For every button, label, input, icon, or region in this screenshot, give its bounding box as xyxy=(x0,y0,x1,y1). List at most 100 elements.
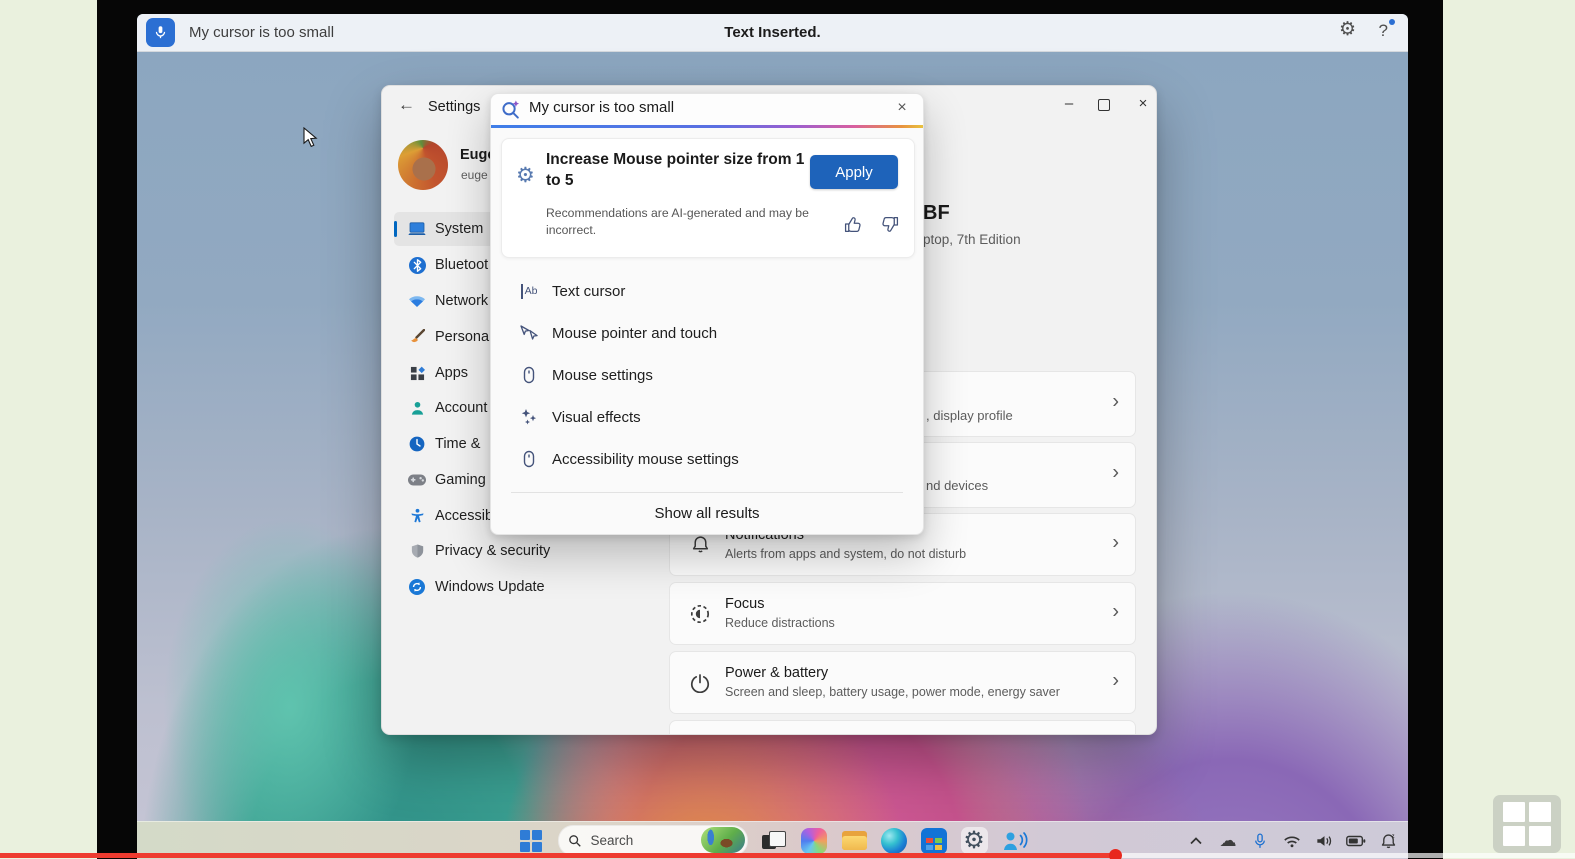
microphone-button[interactable] xyxy=(146,18,175,47)
settings-gear-icon: ⚙ xyxy=(963,826,985,854)
taskbar-search-box[interactable]: Search xyxy=(557,825,748,856)
voice-status: Text Inserted. xyxy=(724,24,821,41)
thumbs-down-icon[interactable] xyxy=(880,215,900,235)
search-result-mouse-pointer-touch[interactable]: Mouse pointer and touch xyxy=(491,312,923,354)
chevron-right-icon: › xyxy=(1112,531,1119,554)
store-button[interactable] xyxy=(921,827,948,854)
card-subtitle: Alerts from apps and system, do not dist… xyxy=(725,547,967,561)
card-title: Focus xyxy=(725,596,765,612)
notification-dot xyxy=(1389,19,1395,25)
maximize-button[interactable] xyxy=(1098,99,1110,111)
onedrive-cloud-icon[interactable]: ☁ xyxy=(1218,831,1238,851)
search-result-visual-effects[interactable]: Visual effects xyxy=(491,396,923,438)
video-progress-track[interactable] xyxy=(0,849,1575,859)
minimize-button[interactable]: – xyxy=(1054,92,1084,116)
card-subtitle: Reduce distractions xyxy=(725,616,835,630)
video-progress-played xyxy=(0,853,1115,858)
tray-chevron-up-icon[interactable] xyxy=(1186,831,1206,851)
search-input[interactable] xyxy=(527,98,881,117)
show-all-results-button[interactable]: Show all results xyxy=(491,498,923,528)
gamepad-icon xyxy=(408,474,426,486)
person-icon xyxy=(408,401,426,416)
task-view-icon xyxy=(762,830,786,852)
windows-grid-watermark xyxy=(1493,795,1561,853)
voice-help-icon[interactable]: ? xyxy=(1379,21,1388,41)
settings-card-power[interactable]: Power & battery Screen and sleep, batter… xyxy=(669,651,1136,714)
back-button[interactable]: ← xyxy=(398,95,415,115)
display-card-subtitle: , display profile xyxy=(926,408,1013,423)
tray-microphone-icon[interactable] xyxy=(1250,831,1270,851)
user-email: euge xyxy=(461,168,488,182)
thumbs-up-icon[interactable] xyxy=(844,215,864,235)
edge-button[interactable] xyxy=(881,827,908,854)
copilot-icon xyxy=(801,827,827,854)
search-highlight-image xyxy=(700,827,745,853)
search-result-accessibility-mouse[interactable]: Accessibility mouse settings xyxy=(491,438,923,480)
focus-icon xyxy=(688,604,712,624)
wifi-icon xyxy=(408,295,426,307)
device-model: ptop, 7th Edition xyxy=(923,232,1021,247)
mouse-pointer-touch-icon xyxy=(519,325,539,341)
card-subtitle: Screen and sleep, battery usage, power m… xyxy=(725,685,1060,699)
voice-access-bar: My cursor is too small Text Inserted. ⚙ … xyxy=(137,14,1408,52)
wifi-icon[interactable] xyxy=(1282,831,1302,851)
settings-card-focus[interactable]: Focus Reduce distractions › xyxy=(669,582,1136,645)
svg-text:z: z xyxy=(1391,833,1394,839)
update-icon xyxy=(408,579,426,595)
apps-icon xyxy=(408,366,426,381)
brush-icon xyxy=(408,329,426,345)
folder-icon xyxy=(841,831,867,850)
search-box[interactable]: × xyxy=(491,94,923,128)
user-avatar[interactable] xyxy=(398,140,448,190)
chevron-right-icon: › xyxy=(1112,461,1119,484)
sidebar-item-windows-update[interactable]: Windows Update xyxy=(394,570,654,604)
start-button[interactable] xyxy=(518,827,545,854)
clock-icon xyxy=(408,436,426,452)
window-title: Settings xyxy=(428,99,481,115)
notifications-bell-icon xyxy=(688,535,712,554)
chevron-right-icon: › xyxy=(1112,390,1119,413)
taskbar-search-label: Search xyxy=(590,833,634,848)
ai-disclaimer: Recommendations are AI-generated and may… xyxy=(546,206,809,237)
clear-search-icon[interactable]: × xyxy=(891,99,913,117)
recommendation-title: Increase Mouse pointer size from 1 to 5 xyxy=(546,151,805,189)
file-explorer-button[interactable] xyxy=(841,827,868,854)
system-icon xyxy=(408,222,426,236)
voice-settings-gear-icon[interactable]: ⚙ xyxy=(1339,18,1356,41)
search-result-text-cursor[interactable]: Ab Text cursor xyxy=(491,270,923,312)
gear-icon: ⚙ xyxy=(516,164,535,187)
notifications-bell-icon[interactable]: z xyxy=(1378,831,1398,851)
microphone-icon xyxy=(155,26,166,39)
settings-button[interactable]: ⚙ xyxy=(960,826,988,858)
windows-logo-icon xyxy=(520,829,542,852)
close-button[interactable]: × xyxy=(1128,92,1156,116)
apply-button[interactable]: Apply xyxy=(810,155,898,189)
mouse-icon xyxy=(519,450,539,468)
card-title: Power & battery xyxy=(725,665,829,681)
divider xyxy=(511,492,903,493)
voice-access-app-button[interactable] xyxy=(1001,827,1028,854)
accessibility-person-icon xyxy=(408,508,426,524)
copilot-button[interactable] xyxy=(801,827,828,854)
search-result-mouse-settings[interactable]: Mouse settings xyxy=(491,354,923,396)
edge-icon xyxy=(881,827,907,854)
chevron-right-icon: › xyxy=(1112,600,1119,623)
battery-icon[interactable] xyxy=(1346,831,1366,851)
video-playhead[interactable] xyxy=(1109,849,1122,859)
sidebar-item-privacy-security[interactable]: Privacy & security xyxy=(394,534,654,568)
sound-card-subtitle: nd devices xyxy=(926,478,989,493)
power-icon xyxy=(688,673,712,693)
settings-card-partial[interactable] xyxy=(669,720,1136,734)
ai-recommendation-card: ⚙ Increase Mouse pointer size from 1 to … xyxy=(501,138,915,258)
voice-person-icon xyxy=(1003,831,1028,850)
video-frame: My cursor is too small Text Inserted. ⚙ … xyxy=(0,0,1575,859)
text-cursor-icon: Ab xyxy=(519,283,539,299)
volume-icon[interactable] xyxy=(1314,831,1334,851)
selection-indicator xyxy=(394,221,397,237)
search-underline xyxy=(491,125,923,128)
task-view-button[interactable] xyxy=(761,827,788,854)
sparkles-icon xyxy=(519,408,539,426)
store-icon xyxy=(921,827,947,854)
mouse-cursor xyxy=(303,126,318,153)
shield-icon xyxy=(408,543,426,559)
